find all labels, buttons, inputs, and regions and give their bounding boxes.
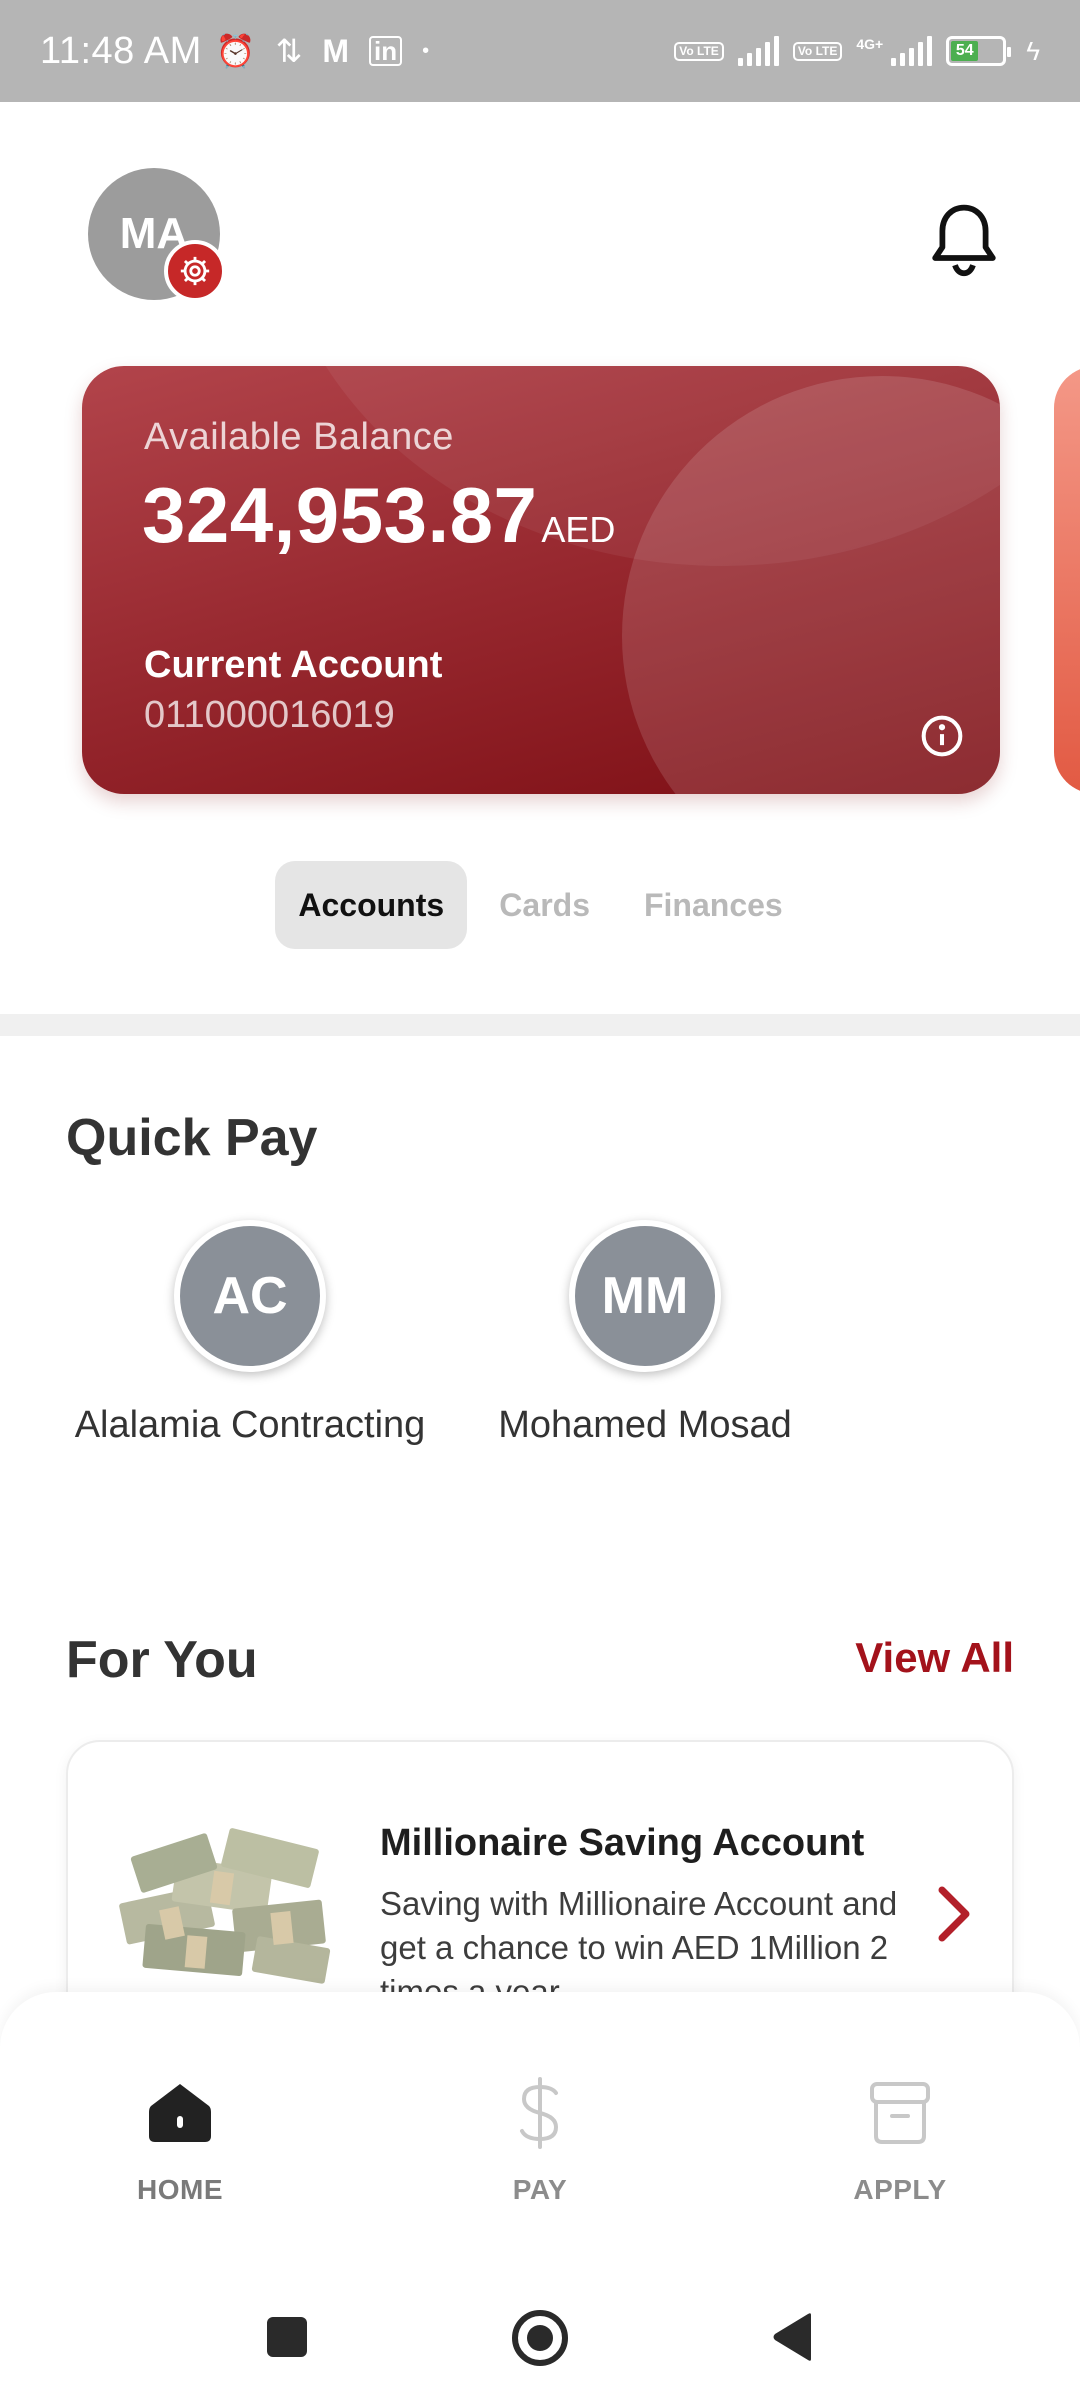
dot-icon: • xyxy=(422,40,430,62)
contact-name: Alalamia Contracting xyxy=(74,1404,426,1446)
for-you-title: For You xyxy=(66,1631,258,1689)
settings-badge[interactable] xyxy=(164,240,226,302)
signal-icon xyxy=(737,36,779,66)
nav-pay-label: PAY xyxy=(512,2174,568,2205)
nav-home-label: HOME xyxy=(137,2174,223,2205)
nav-apply-label: APPLY xyxy=(853,2174,947,2205)
account-number: 011000016019 xyxy=(144,694,395,736)
battery-level: 54 xyxy=(951,41,979,61)
contact-name: Mohamed Mosad xyxy=(498,1404,792,1446)
status-bar: 11:48 AM ⏰ ⇅ M in • Vo LTE Vo LTE 4G+ 54… xyxy=(0,0,1080,102)
circle-icon xyxy=(512,2310,568,2366)
balance-value: 324,953.87 xyxy=(142,471,538,559)
linkedin-icon: in xyxy=(369,36,403,66)
signal-icon-2 xyxy=(891,36,933,66)
account-card[interactable]: Available Balance 324,953.87 AED Current… xyxy=(82,366,1000,794)
recents-button[interactable] xyxy=(262,2312,312,2362)
volte-icon: Vo LTE xyxy=(674,41,724,61)
charging-icon: ϟ xyxy=(1026,35,1040,66)
info-icon[interactable] xyxy=(920,714,964,758)
section-divider xyxy=(0,1014,1080,1036)
archive-icon xyxy=(870,2082,930,2144)
quick-pay-contact[interactable]: AC Alalamia Contracting xyxy=(66,1220,434,1447)
volte-icon-2: Vo LTE xyxy=(792,41,843,61)
chevron-right-icon[interactable] xyxy=(934,1884,974,1944)
bell-icon[interactable] xyxy=(928,200,1000,280)
next-card-peek[interactable] xyxy=(1054,366,1080,794)
quick-pay-title: Quick Pay xyxy=(66,1109,318,1167)
money-stack-image xyxy=(114,1824,332,1984)
gmail-icon: M xyxy=(322,33,350,69)
status-time: 11:48 AM xyxy=(40,29,202,72)
nav-home[interactable]: HOME xyxy=(90,2078,270,2206)
alarm-icon: ⏰ xyxy=(215,33,256,69)
sync-icon: ⇅ xyxy=(275,33,303,69)
contact-avatar: MM xyxy=(569,1220,721,1372)
view-all-link[interactable]: View All xyxy=(855,1634,1014,1682)
home-icon xyxy=(149,2084,211,2142)
balance-currency: AED xyxy=(541,509,616,550)
tab-accounts[interactable]: Accounts xyxy=(275,861,468,949)
back-button[interactable] xyxy=(768,2310,818,2364)
home-screen: 11:48 AM ⏰ ⇅ M in • Vo LTE Vo LTE 4G+ 54… xyxy=(0,0,1080,2400)
contact-avatar: AC xyxy=(174,1220,326,1372)
home-button[interactable] xyxy=(510,2308,570,2368)
quick-pay-contact[interactable]: MM Mohamed Mosad xyxy=(480,1220,810,1447)
system-navigation xyxy=(0,2300,1080,2370)
nav-apply[interactable]: APPLY xyxy=(810,2078,990,2206)
nav-pay[interactable]: PAY xyxy=(450,2077,630,2206)
dollar-icon xyxy=(520,2077,559,2149)
tab-bar: Accounts Cards Finances xyxy=(0,860,1080,950)
balance-amount: 324,953.87 AED xyxy=(142,470,615,561)
tab-cards[interactable]: Cards xyxy=(477,861,612,949)
offer-title: Millionaire Saving Account xyxy=(380,1822,865,1864)
battery-icon: 54 xyxy=(946,36,1012,66)
notification-icons: ⏰ ⇅ M in • xyxy=(216,35,429,67)
back-triangle-icon xyxy=(773,2313,811,2361)
balance-label: Available Balance xyxy=(144,416,454,458)
gear-icon xyxy=(180,256,210,286)
square-icon xyxy=(267,2317,307,2357)
system-icons: Vo LTE Vo LTE 4G+ 54 ϟ xyxy=(674,36,1040,67)
network-type: 4G+ xyxy=(856,36,884,52)
tab-finances[interactable]: Finances xyxy=(622,861,805,949)
account-type: Current Account xyxy=(144,644,443,686)
